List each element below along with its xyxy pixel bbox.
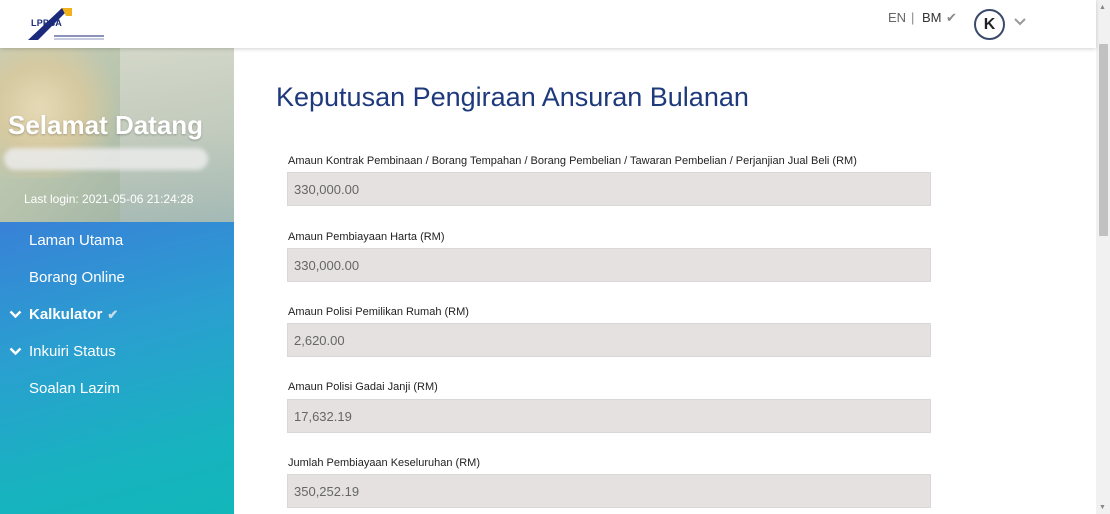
main-content: Keputusan Pengiraan Ansuran Bulanan Amau… bbox=[234, 48, 1096, 514]
check-icon: ✔ bbox=[946, 10, 957, 25]
amaun-pembiayaan-harta-field[interactable]: 330,000.00 bbox=[287, 248, 931, 282]
profile-banner: Selamat Datang Last login: 2021-05-06 21… bbox=[0, 48, 234, 222]
scroll-down-arrow-icon[interactable]: ▼ bbox=[1099, 504, 1106, 511]
last-login-text: Last login: 2021-05-06 21:24:28 bbox=[24, 192, 194, 206]
user-name-redacted bbox=[4, 148, 208, 170]
sidebar-item-label: Laman Utama bbox=[29, 232, 124, 249]
field-label-amaun-polisi-gadai-janji: Amaun Polisi Gadai Janji (RM) bbox=[288, 381, 438, 393]
sidebar-item-kalkulator[interactable]: Kalkulator ✔ bbox=[0, 296, 234, 333]
language-separator: | bbox=[911, 10, 915, 25]
field-label-amaun-kontrak: Amaun Kontrak Pembinaan / Borang Tempaha… bbox=[288, 155, 857, 167]
scroll-up-arrow-icon[interactable]: ▲ bbox=[1099, 4, 1106, 11]
amaun-polisi-pemilikan-rumah-field[interactable]: 2,620.00 bbox=[287, 323, 931, 357]
field-label-amaun-polisi-pemilikan-rumah: Amaun Polisi Pemilikan Rumah (RM) bbox=[288, 306, 469, 318]
check-icon: ✔ bbox=[107, 306, 119, 322]
sidebar-nav: Laman Utama Borang Online Kalkulator ✔ I… bbox=[0, 222, 234, 407]
sidebar-item-soalan-lazim[interactable]: Soalan Lazim bbox=[0, 370, 234, 407]
logo-text: LPPSA bbox=[31, 18, 63, 28]
language-en-link[interactable]: EN bbox=[888, 10, 906, 25]
sidebar-item-borang-online[interactable]: Borang Online bbox=[0, 259, 234, 296]
sidebar-item-label: Kalkulator bbox=[29, 306, 103, 323]
jumlah-pembiayaan-keseluruhan-field[interactable]: 350,252.19 bbox=[287, 474, 931, 508]
sidebar-item-laman-utama[interactable]: Laman Utama bbox=[0, 222, 234, 259]
sidebar-item-label: Inkuiri Status bbox=[29, 343, 116, 360]
chevron-down-icon[interactable] bbox=[1014, 18, 1026, 26]
top-header: LPPSA EN | BM ✔ K bbox=[0, 0, 1096, 48]
scrollbar-thumb[interactable] bbox=[1099, 44, 1108, 236]
page-title: Keputusan Pengiraan Ansuran Bulanan bbox=[276, 82, 749, 112]
language-bm-link[interactable]: BM bbox=[922, 10, 942, 25]
field-label-jumlah-pembiayaan-keseluruhan: Jumlah Pembiayaan Keseluruhan (RM) bbox=[288, 457, 480, 469]
welcome-heading: Selamat Datang bbox=[8, 110, 204, 140]
amaun-polisi-gadai-janji-field[interactable]: 17,632.19 bbox=[287, 399, 931, 433]
user-avatar[interactable]: K bbox=[974, 9, 1005, 40]
sidebar-item-inkuiri-status[interactable]: Inkuiri Status bbox=[0, 333, 234, 370]
sidebar: Selamat Datang Last login: 2021-05-06 21… bbox=[0, 48, 234, 514]
chevron-down-icon bbox=[9, 310, 22, 319]
field-label-amaun-pembiayaan-harta: Amaun Pembiayaan Harta (RM) bbox=[288, 231, 445, 243]
sidebar-item-label: Soalan Lazim bbox=[29, 380, 120, 397]
chevron-down-icon bbox=[9, 347, 22, 356]
sidebar-item-label: Borang Online bbox=[29, 269, 125, 286]
amaun-kontrak-field[interactable]: 330,000.00 bbox=[287, 172, 931, 206]
